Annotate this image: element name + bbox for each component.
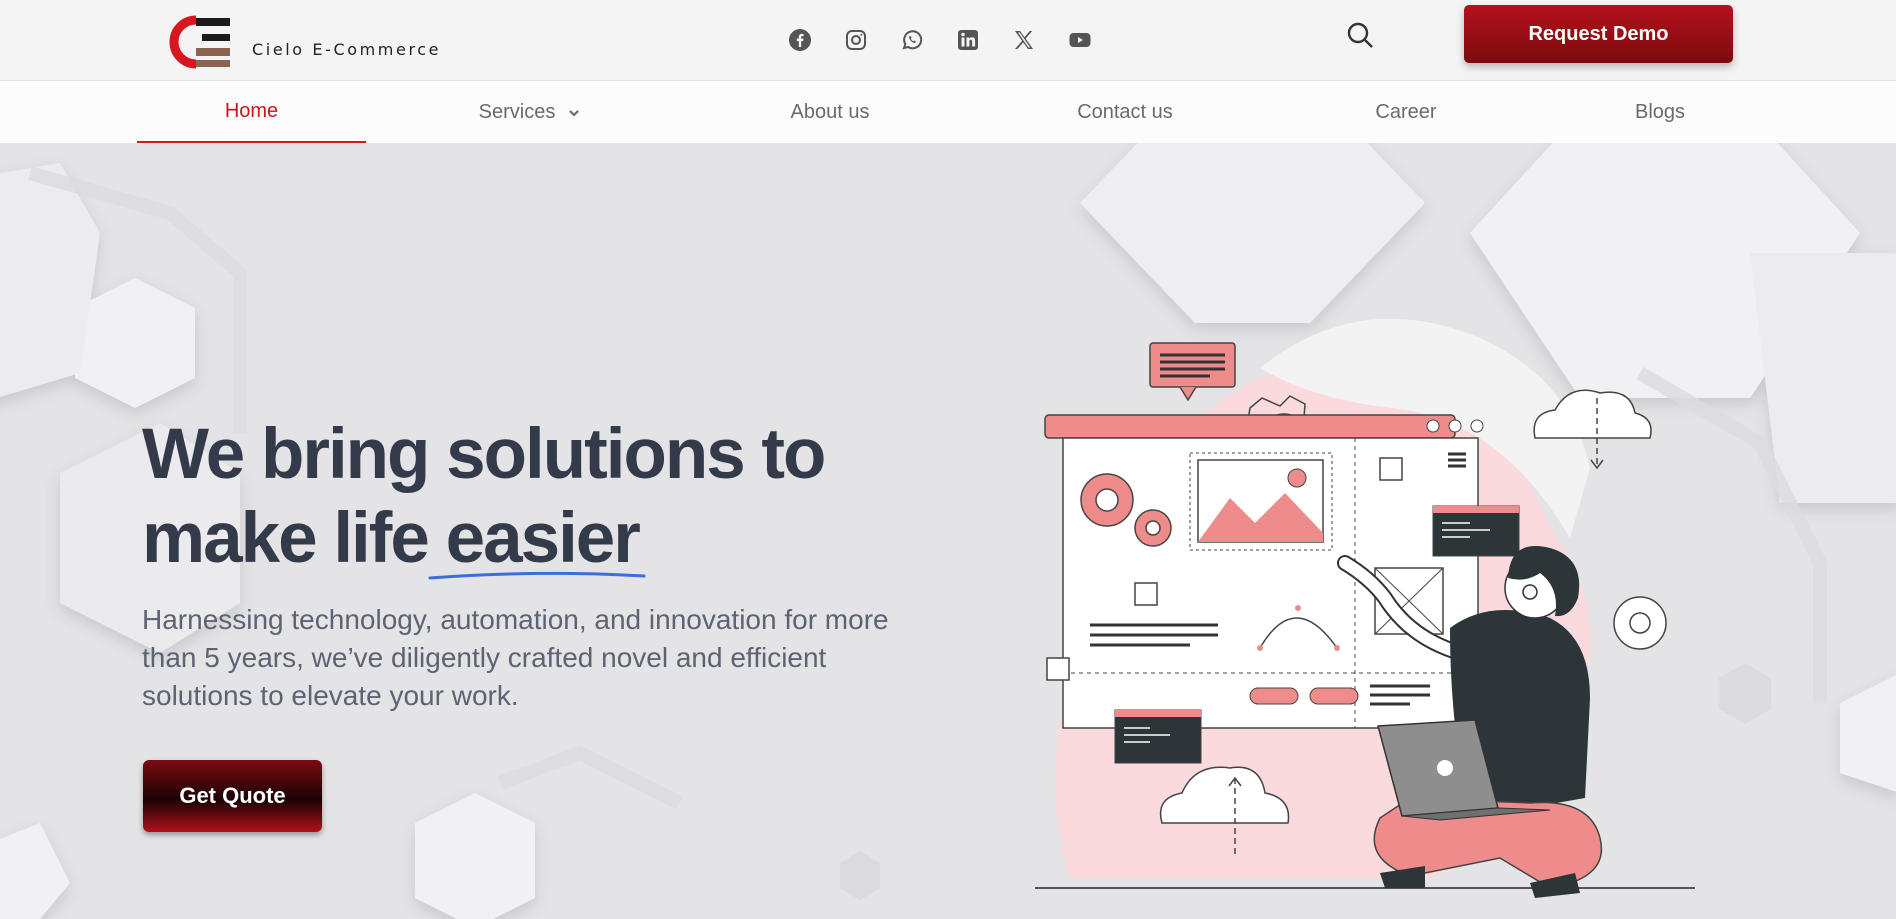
hero-headline-line-1: We bring solutions to xyxy=(142,415,826,494)
gear-icon xyxy=(1613,596,1667,650)
nav-item-home[interactable]: Home xyxy=(137,81,366,144)
logo-mark-icon xyxy=(169,15,230,69)
nav-item-services-label: Services xyxy=(478,101,556,123)
nav-item-about[interactable]: About us xyxy=(740,81,920,144)
chevron-down-icon xyxy=(569,109,580,117)
top-bar: Cielo E-Commerce Request Demo xyxy=(0,0,1896,80)
hero-illustration xyxy=(1035,318,1695,898)
get-quote-button[interactable]: Get Quote xyxy=(143,760,322,832)
main-nav: Home Services About us Contact us Career… xyxy=(0,80,1896,144)
social-links xyxy=(786,26,1093,53)
brand-name: Cielo E-Commerce xyxy=(252,39,442,59)
search-icon[interactable] xyxy=(1345,20,1375,50)
brand-logo[interactable]: Cielo E-Commerce xyxy=(166,14,441,70)
nav-item-contact[interactable]: Contact us xyxy=(1035,81,1215,144)
youtube-icon[interactable] xyxy=(1066,26,1093,53)
nav-item-services[interactable]: Services xyxy=(430,81,630,144)
linkedin-icon[interactable] xyxy=(954,26,981,53)
facebook-icon[interactable] xyxy=(786,26,813,53)
nav-item-career[interactable]: Career xyxy=(1336,81,1476,144)
hero-section: We bring solutions to make life easier H… xyxy=(0,143,1896,919)
x-icon[interactable] xyxy=(1010,26,1037,53)
request-demo-button[interactable]: Request Demo xyxy=(1464,5,1733,63)
chat-bubble-icon xyxy=(1149,342,1236,402)
hero-subtext: Harnessing technology, automation, and i… xyxy=(142,604,889,711)
hero-headline: We bring solutions to make life easier xyxy=(142,413,942,581)
whatsapp-icon[interactable] xyxy=(898,26,925,53)
nav-item-blogs[interactable]: Blogs xyxy=(1590,81,1730,144)
headline-underline xyxy=(428,571,646,580)
instagram-icon[interactable] xyxy=(842,26,869,53)
